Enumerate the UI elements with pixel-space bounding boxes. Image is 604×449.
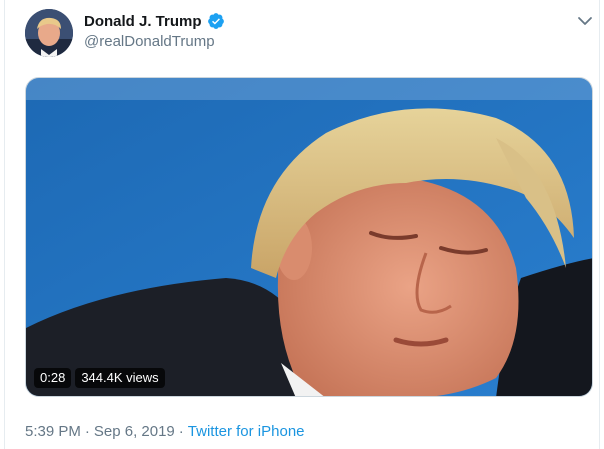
video-player[interactable]	[25, 77, 593, 397]
tweet-date[interactable]: Sep 6, 2019	[94, 423, 175, 440]
avatar[interactable]	[25, 9, 73, 57]
tweet-meta: 5:39 PM · Sep 6, 2019 · Twitter for iPho…	[25, 423, 305, 440]
meta-separator: ·	[84, 423, 90, 440]
verified-badge-icon	[207, 12, 225, 30]
video-duration: 0:28	[34, 368, 72, 388]
chevron-down-icon[interactable]	[576, 12, 594, 30]
video-info-badges: 0:28 344.4K views	[34, 368, 165, 388]
tweet-time[interactable]: 5:39 PM	[25, 423, 81, 440]
user-handle[interactable]: @realDonaldTrump	[84, 33, 215, 50]
tweet-card: Donald J. Trump @realDonaldTrump 0:28 34…	[4, 0, 600, 449]
tweet-source-link[interactable]: Twitter for iPhone	[188, 423, 305, 440]
display-name[interactable]: Donald J. Trump	[84, 13, 202, 30]
meta-separator: ·	[178, 423, 184, 440]
author-name-row[interactable]: Donald J. Trump	[84, 12, 225, 30]
video-view-count: 344.4K views	[75, 368, 165, 388]
